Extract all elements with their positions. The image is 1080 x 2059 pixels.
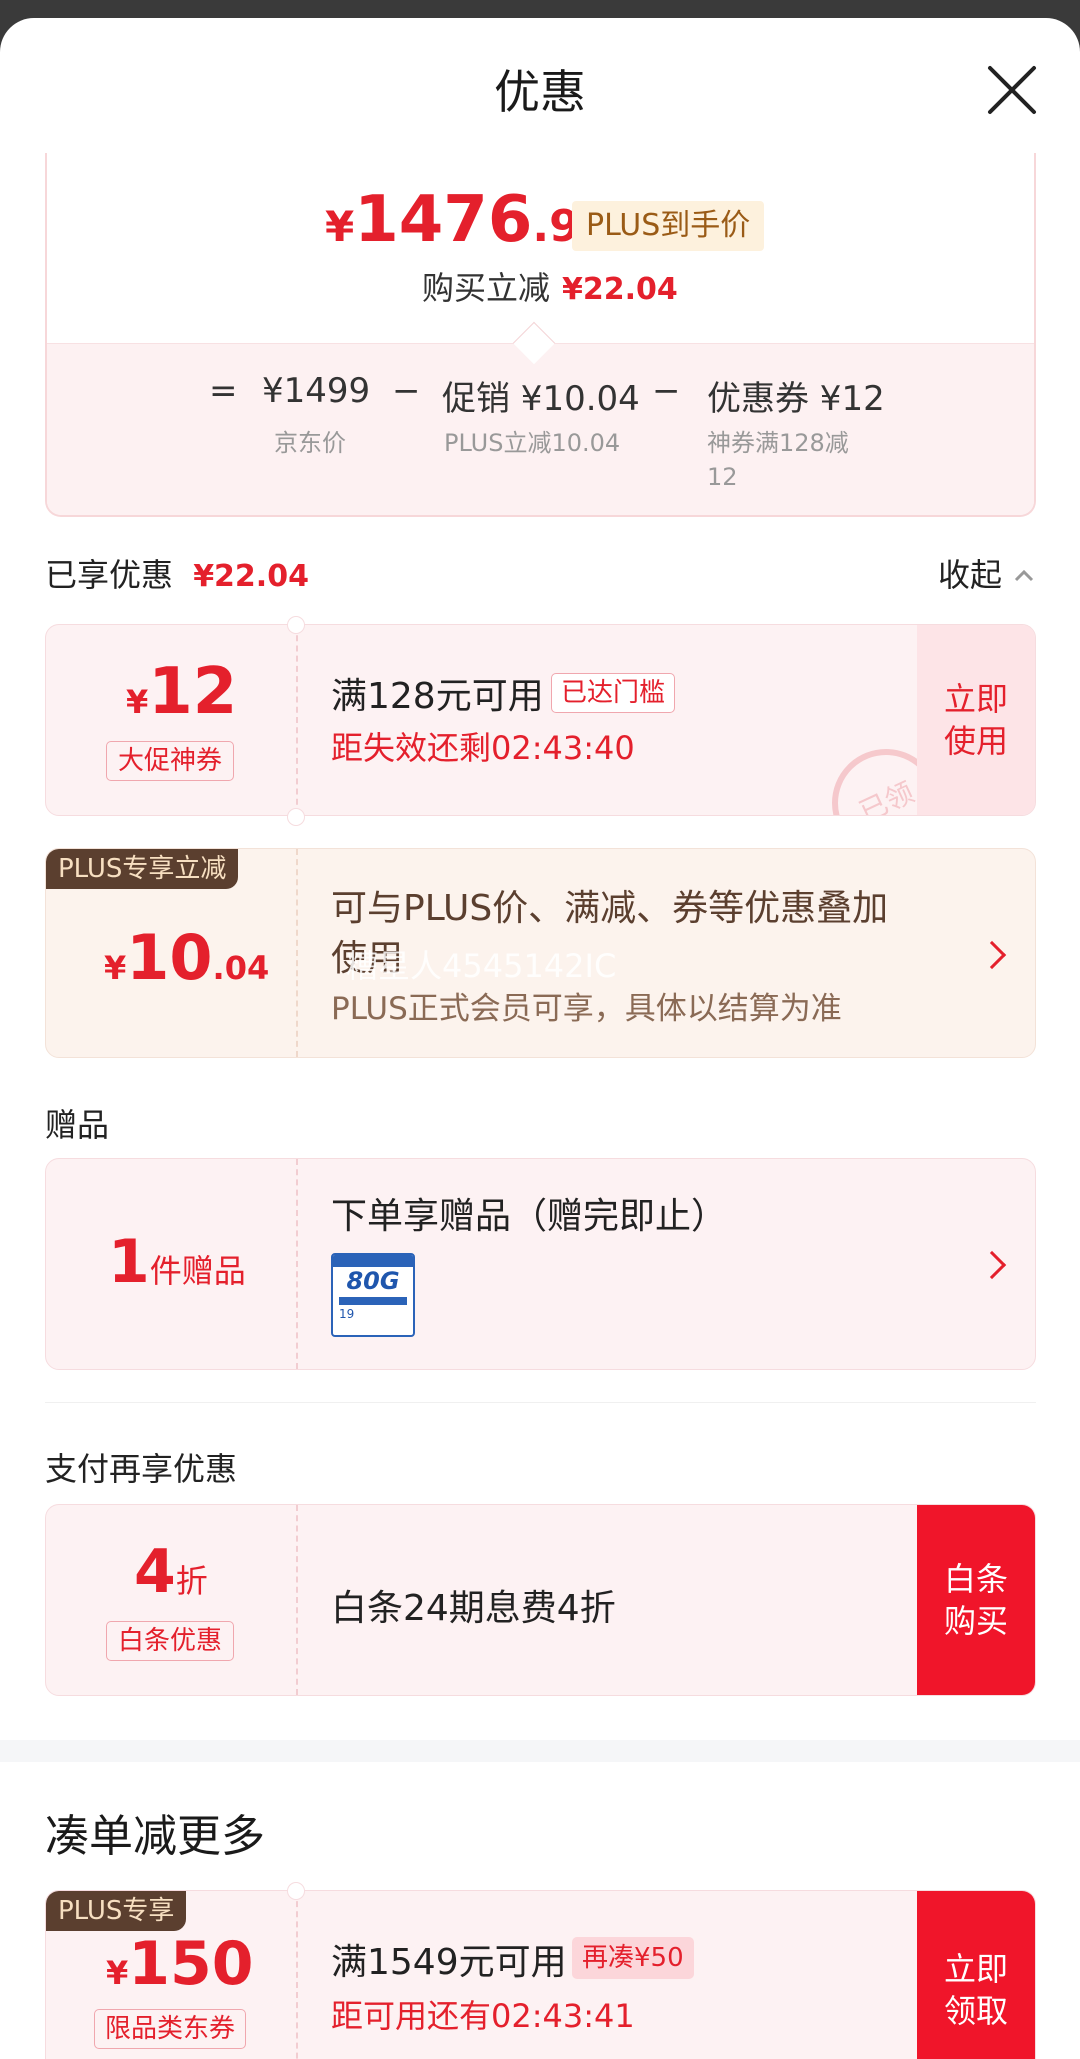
watermark: 糟星人4545142IC [346, 947, 617, 985]
sheet-title: 优惠 [494, 65, 586, 119]
discount-sheet: 优惠 ¥1476.96 PLUS到手价 购买立减¥22.04 = ¥1499 京… [0, 18, 1080, 2059]
more-section-title: 凑单减更多 [45, 1811, 265, 1862]
ticket-notch [287, 1882, 305, 1900]
price-summary: ¥1476.96 PLUS到手价 购买立减¥22.04 = ¥1499 京东价 … [45, 153, 1036, 517]
promo-label: PLUS立减10.04 [444, 429, 621, 457]
enjoyed-label: 已享优惠 ¥22.04 [45, 556, 309, 594]
formula-op-minus-1: − [392, 371, 421, 411]
claim-now-button[interactable]: 立即 领取 [917, 1891, 1035, 2059]
plus-amount: ¥10.04 [104, 921, 270, 994]
coupon-expiry: 距失效还剩02:43:40 [331, 729, 635, 767]
gift-card[interactable]: 1件赠品 下单享赠品（赠完即止） 80G 19 [45, 1158, 1036, 1370]
promo-value: 促销 ¥10.04 [442, 379, 640, 419]
plus-coupon-card: PLUS专享 ¥150 限品类东券 满1549元可用 再凑¥50 距可用还有02… [45, 1890, 1036, 2059]
formula-op-equals: = [209, 371, 238, 411]
chevron-up-icon[interactable] [1012, 564, 1036, 588]
plus-badge: PLUS专享立减 [46, 849, 239, 889]
baitiao-tag: 白条优惠 [106, 1621, 234, 1661]
plus-badge: PLUS专享 [46, 1891, 187, 1931]
coupon-label-line1: 神券满128减 [707, 429, 849, 457]
pay-section-label: 支付再享优惠 [45, 1450, 238, 1488]
section-gap [0, 1740, 1080, 1762]
more-coupon-tag: 限品类东券 [94, 2009, 246, 2049]
more-coupon-condition: 满1549元可用 [331, 1942, 567, 1983]
gift-section-label: 赠品 [45, 1106, 110, 1144]
coupon-tag: 大促神券 [106, 741, 234, 781]
ticket-notch [287, 616, 305, 634]
chevron-right-icon [977, 940, 1007, 970]
threshold-tag: 已达门槛 [551, 673, 675, 713]
final-price: ¥1476.96 [325, 183, 610, 257]
more-coupon-amount: ¥150 [106, 1929, 254, 1999]
plus-desc-line1: 可与PLUS价、满减、券等优惠叠加 [331, 888, 889, 929]
baitiao-desc: 白条24期息费4折 [331, 1588, 616, 1629]
coupon-amount: ¥12 [126, 655, 238, 729]
plus-reduce-card[interactable]: PLUS专享立减 ¥10.04 可与PLUS价、满减、券等优惠叠加 使用 PLU… [45, 848, 1036, 1058]
plus-price-tag: PLUS到手价 [572, 201, 765, 251]
use-now-button[interactable]: 立即 使用 [917, 625, 1035, 815]
gift-thumbnail: 80G 19 [331, 1253, 415, 1337]
baitiao-buy-button[interactable]: 白条 购买 [917, 1505, 1035, 1695]
more-threshold-tag: 再凑¥50 [572, 1937, 694, 1979]
close-icon[interactable] [982, 60, 1042, 120]
gift-count: 1件赠品 [108, 1227, 246, 1297]
plus-desc-line3: PLUS正式会员可享，具体以结算为准 [331, 991, 842, 1027]
collapse-button[interactable]: 收起 [938, 550, 1002, 596]
jd-price-value: ¥1499 [262, 371, 371, 411]
chevron-right-icon [977, 1250, 1007, 1280]
baitiao-card: 4折 白条优惠 白条24期息费4折 白条 购买 [45, 1504, 1036, 1696]
ticket-notch [287, 808, 305, 826]
coupon-value: 优惠券 ¥12 [707, 379, 885, 419]
coupon-card: ¥12 大促神券 满128元可用 已达门槛 距失效还剩02:43:40 已领 立… [45, 624, 1036, 816]
divider [45, 1402, 1036, 1403]
coupon-condition: 满128元可用 [331, 676, 544, 717]
more-coupon-expiry: 距可用还有02:43:41 [331, 1997, 635, 2035]
baitiao-discount: 4折 [134, 1537, 208, 1607]
buy-reduce: 购买立减 ¥22.04 [422, 269, 678, 307]
coupon-label-line2: 12 [707, 463, 738, 491]
gift-title: 下单享赠品（赠完即止） [331, 1196, 728, 1237]
jd-price-label: 京东价 [274, 429, 346, 457]
formula-op-minus-2: − [652, 371, 681, 411]
